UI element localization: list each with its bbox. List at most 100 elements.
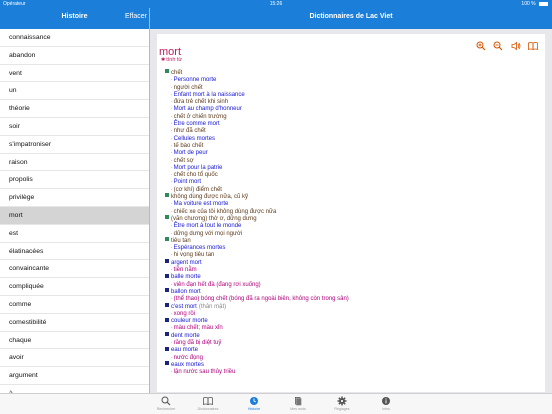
book-icon[interactable] [528,41,538,51]
bullet-icon [165,193,169,198]
definition-line[interactable]: ·Point mort [165,179,543,186]
definition-line[interactable]: ·Mort de peur [165,150,543,157]
definition-line[interactable]: dent morte [165,332,543,340]
definition-line: ·chết cho tổ quốc [165,172,543,179]
definition-line: ·(thể thao) bóng chết (bóng đã ra ngoài … [165,296,543,303]
clear-history-button[interactable]: Effacer [125,13,147,20]
battery-icon [539,1,548,6]
definition-line: ·màu chết; màu xỉn [165,325,543,332]
history-icon [250,397,258,405]
history-item[interactable]: à [0,385,149,393]
definition-text: Être mort à tout le monde [173,223,242,230]
definition-text: lận nước sau thủy triều [173,369,236,376]
definition-text: viên đạn hết đà (đang rơi xuống) [173,281,261,288]
definition-line[interactable]: balle morte [165,273,543,281]
history-item[interactable]: privilège [0,189,149,207]
definition-text: eau morte [171,347,199,354]
history-item[interactable]: théorie [0,100,149,118]
tab-label: Réglages [334,407,350,411]
definition-text: Personne morte [173,77,217,84]
history-item[interactable]: raison [0,154,149,172]
history-item[interactable]: argument [0,367,149,385]
clock-label: 15:26 [269,1,283,7]
definition-line[interactable]: ·Ma voiture est morte [165,201,543,208]
definition-line: ·chiếc xe của tôi không dùng được nữa [165,209,543,216]
definition-card[interactable]: mort ✱tính từ chết ·Personne morte ·người … [157,34,545,392]
tab-label: Infos [382,407,390,411]
dot-icon: · [171,208,173,215]
history-item[interactable]: comestibilité [0,314,149,332]
battery-label: 100 % [521,1,536,7]
definition-toolbar [473,38,538,56]
definition-line: ·tế bào chết [165,143,543,150]
history-item[interactable]: convaincante [0,260,149,279]
definition-line: ·lận nước sau thủy triều [165,369,543,376]
tab-label: Rechercher [156,407,176,411]
tab-history[interactable]: Histoire [234,396,274,411]
tab-search[interactable]: Rechercher [146,396,186,411]
tab-my-words[interactable]: Mes mots [278,396,318,411]
definition-text: Mort pour la patrie [173,164,223,171]
tab-label: Dictionnaires [197,407,219,411]
definition-text: couleur morte [171,318,208,325]
definition-text: không dùng được nữa, cũ kỹ [171,194,249,201]
dot-icon: · [171,142,173,149]
definition-text: (cơ khí) điểm chết [173,186,222,193]
history-item[interactable]: propolis [0,171,149,190]
definition-text: hi vọng tiêu tan [173,252,215,259]
history-item[interactable]: élatinacées [0,243,149,261]
dot-icon: · [171,77,173,84]
status-bar: Opérateur 15:26 100 % [0,0,552,8]
definition-line[interactable]: ·Mort au champ d'honneur [165,106,543,113]
search-icon [161,396,171,406]
dot-icon: · [171,230,173,237]
definition-line[interactable]: ·Être mort à tout le monde [165,223,543,230]
history-item[interactable]: connaissance [0,29,149,47]
definition-text: Espérances mortes [173,245,226,252]
dot-icon: · [171,354,173,361]
history-list[interactable]: connaissance abandon vent un théorie soir s'im… [0,29,149,393]
info-icon [382,397,390,405]
tab-info[interactable]: Infos [366,396,406,411]
speaker-icon[interactable] [511,41,521,51]
history-item[interactable]: est [0,225,149,243]
history-item[interactable]: avoir [0,349,149,368]
definition-line[interactable]: ·Être comme mort [165,121,543,128]
history-item[interactable]: vent [0,65,149,83]
definition-text: nước đọng [173,354,203,361]
history-item[interactable]: mort [0,206,149,225]
history-item[interactable]: comme [0,296,149,314]
history-item[interactable]: s'impatroniser [0,136,149,154]
definition-text: c'est mort [171,303,197,310]
definition-line[interactable]: ·Mort pour la patrie [165,165,543,172]
definition-text: (văn chương) thờ ơ, dửng dưng [171,215,257,222]
definition-text: dent morte [171,332,200,339]
history-item[interactable]: chaque [0,332,149,350]
history-item[interactable]: abandon [0,47,149,65]
history-item[interactable]: un [0,82,149,101]
dot-icon: · [171,91,173,98]
definition-line: ·hi vọng tiêu tan [165,252,543,259]
tab-settings[interactable]: Réglages [322,396,362,411]
definition-line: ·đứa trẻ chết khi sinh [165,99,543,106]
definition-line[interactable]: ·Enfant mort à la naissance [165,92,543,99]
definition-line: ·viên đạn hết đà (đang rơi xuống) [165,282,543,289]
bullet-icon [165,302,169,307]
definition-line[interactable]: c'est mort (thân mật) [165,302,543,311]
definition-line: ·như đã chết [165,128,543,135]
definition-line[interactable]: argent mort [165,259,543,267]
definition-line[interactable]: ·Espérances mortes [165,245,543,252]
dot-icon: · [171,223,173,230]
zoom-in-icon[interactable] [476,41,486,51]
definition-line[interactable]: ·Cellules mortes [165,136,543,143]
bullet-icon [165,215,169,220]
history-item[interactable]: soir [0,118,149,136]
definition-text: tiền nằm [173,267,197,274]
gear-icon [337,396,347,406]
definition-line[interactable]: eau morte [165,346,543,354]
zoom-out-icon[interactable] [493,41,503,51]
definition-text: Ma voiture est morte [173,201,229,208]
tab-dictionaries[interactable]: Dictionnaires [188,396,228,411]
definition-line[interactable]: ·Personne morte [165,77,543,84]
history-item[interactable]: compliquée [0,278,149,296]
